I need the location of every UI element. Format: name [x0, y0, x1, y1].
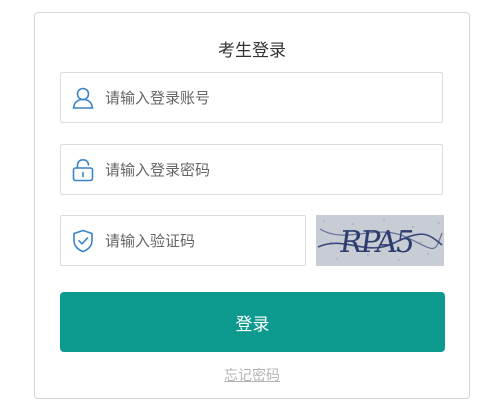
login-title: 考生登录 — [218, 41, 286, 61]
lock-icon — [70, 157, 96, 183]
captcha-text: RPA5 — [337, 225, 415, 260]
login-card: 考生登录 请输入登录账号 请输入验证码 RPA5 登录 忘记密码 — [34, 12, 470, 399]
username-input[interactable] — [105, 73, 434, 122]
password-field[interactable] — [60, 144, 443, 195]
captcha-graphic: RPA5 — [316, 215, 444, 266]
captcha-input[interactable] — [105, 216, 297, 265]
password-input[interactable] — [105, 145, 434, 194]
captcha-field[interactable] — [60, 215, 306, 266]
captcha-image[interactable]: RPA5 — [316, 215, 444, 266]
login-button[interactable]: 登录 — [60, 292, 445, 352]
user-icon — [70, 85, 96, 111]
username-field[interactable] — [60, 72, 443, 123]
forgot-password-link[interactable]: 忘记密码 — [35, 365, 469, 385]
shield-check-icon — [70, 228, 96, 254]
